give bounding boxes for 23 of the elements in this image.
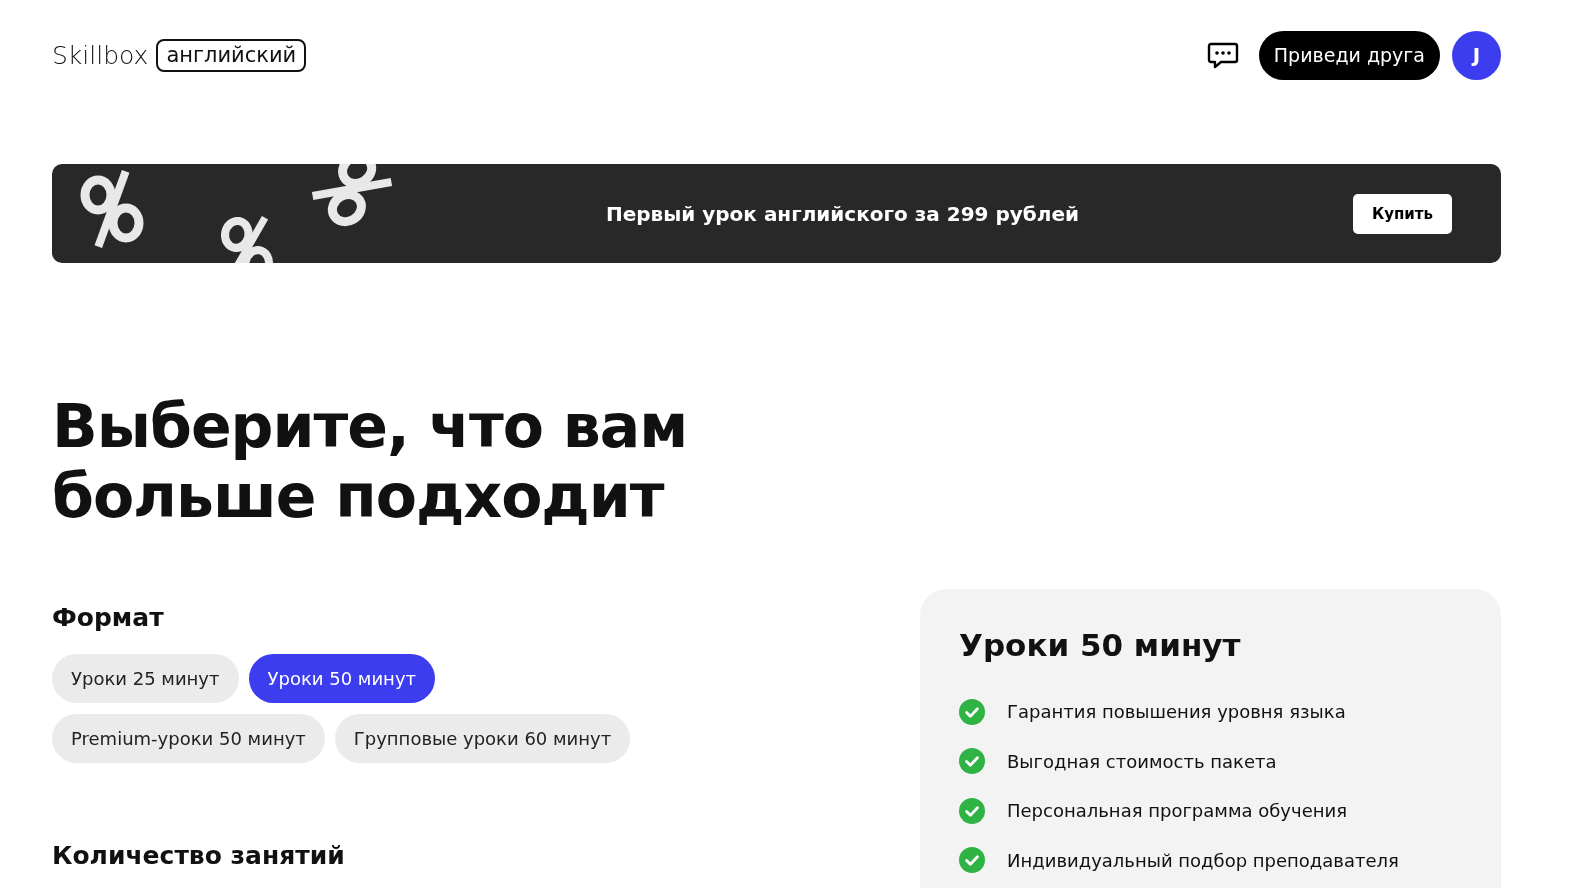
refer-friend-button[interactable]: Приведи друга — [1258, 30, 1440, 80]
format-option[interactable]: Уроки 25 минут — [52, 654, 239, 703]
logo-text: Skillbox — [52, 40, 149, 70]
banner-text: Первый урок английского за 299 рублей — [604, 201, 1080, 226]
avatar[interactable]: J — [1452, 30, 1501, 80]
section-title: Формат — [52, 603, 165, 632]
check-icon — [959, 698, 985, 725]
card-title: Уроки 50 минут — [959, 627, 1242, 663]
feature-text: Гарантия повышения уровня языка — [1007, 701, 1346, 723]
buy-button[interactable]: Купить — [1352, 193, 1452, 234]
check-icon — [959, 847, 985, 874]
logo-tag: английский — [156, 38, 307, 72]
feature-text: Персональная программа обучения — [1007, 800, 1347, 822]
feature-text: Выгодная стоимость пакета — [1007, 750, 1277, 772]
format-option[interactable]: Уроки 50 минут — [248, 654, 436, 703]
feature-text: Индивидуальный подбор преподавателя — [1007, 849, 1399, 871]
format-option[interactable]: Premium-уроки 50 минут — [52, 714, 325, 763]
format-option[interactable]: Групповые уроки 60 минут — [334, 714, 631, 763]
check-icon — [959, 797, 985, 824]
section-title: Количество занятий — [52, 841, 346, 870]
page-heading: Выберите, что вам больше подходит — [52, 391, 689, 531]
check-icon — [959, 748, 985, 775]
chat-icon[interactable] — [1206, 41, 1239, 69]
